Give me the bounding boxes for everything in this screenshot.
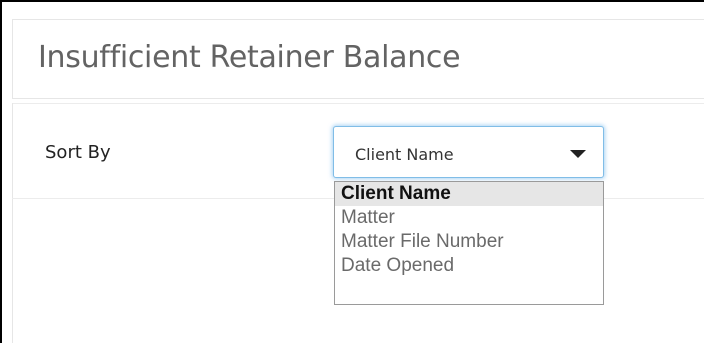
sort-by-options-list: Client Name Matter Matter File Number Da… xyxy=(334,181,604,305)
page-title: Insufficient Retainer Balance xyxy=(38,40,461,75)
caret-down-icon[interactable] xyxy=(570,150,586,158)
panel-header: Insufficient Retainer Balance xyxy=(12,19,704,99)
sort-by-label: Sort By xyxy=(45,142,111,163)
report-panel: Insufficient Retainer Balance Sort By Cl… xyxy=(2,2,704,343)
sort-option-date-opened[interactable]: Date Opened xyxy=(335,254,603,278)
sort-by-selected-value: Client Name xyxy=(355,145,454,164)
sort-by-select[interactable]: Client Name xyxy=(333,126,604,178)
sort-option-client-name[interactable]: Client Name xyxy=(335,182,603,206)
sort-option-matter[interactable]: Matter xyxy=(335,206,603,230)
sort-option-matter-file-number[interactable]: Matter File Number xyxy=(335,230,603,254)
panel-left-border xyxy=(12,103,13,343)
divider xyxy=(12,103,704,104)
